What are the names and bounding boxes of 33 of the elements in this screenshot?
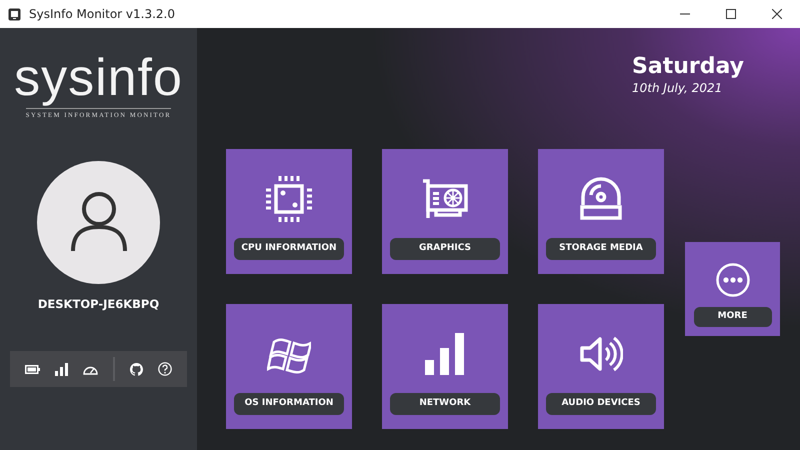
menu-tile[interactable]: OS INFORMATION [226,304,352,430]
menu-tile[interactable]: CPU INFORMATION [226,149,352,274]
help-icon[interactable] [158,362,172,376]
speaker-icon [579,335,623,374]
github-icon[interactable] [130,362,143,376]
graphics-card-icon [422,178,468,220]
app-logo: sysinfo [14,52,183,104]
date-text: 10th July, 2021 [632,80,724,98]
user-icon [70,191,128,254]
tile-label: STORAGE MEDIA [546,238,656,260]
tile-label: AUDIO DEVICES [546,393,656,416]
maximize-icon[interactable] [726,9,736,19]
chip-icon [266,176,312,222]
tile-label: CPU INFORMATION [234,238,344,260]
signal-bars-icon[interactable] [55,362,68,376]
battery-icon[interactable] [25,364,40,374]
menu-tile[interactable]: NETWORK [382,304,508,430]
tile-label: MORE [694,307,772,328]
tile-label: GRAPHICS [390,238,500,260]
app-icon [8,8,21,20]
hard-drive-icon [579,177,623,222]
menu-tile[interactable]: AUDIO DEVICES [538,304,664,430]
signal-bars-icon [425,333,465,376]
window-title: SysInfo Monitor v1.3.2.0 [29,6,176,23]
menu-tile[interactable]: GRAPHICS [382,149,508,274]
ellipsis-icon [716,263,750,298]
hostname: DESKTOP-JE6KBPQ [38,296,160,313]
tile-label: NETWORK [390,393,500,416]
more-tile[interactable]: MORE [685,242,780,336]
menu-tile[interactable]: STORAGE MEDIA [538,149,664,274]
tile-label: OS INFORMATION [234,393,344,416]
day-heading: Saturday [632,55,744,80]
close-icon[interactable] [772,9,782,19]
